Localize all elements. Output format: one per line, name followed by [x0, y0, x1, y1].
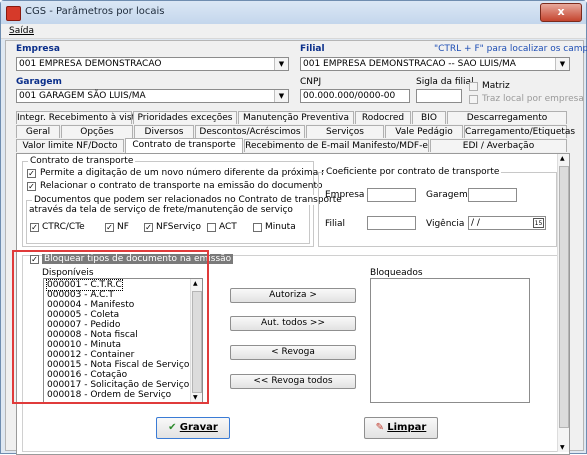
traz-local-checkbox[interactable]	[469, 95, 478, 104]
garagem-value: 001 GARAGEM SÃO LUIS/MA	[19, 91, 146, 101]
garagem-select[interactable]: 001 GARAGEM SÃO LUIS/MA ▼	[16, 89, 289, 103]
tab-opcoes[interactable]: Opções	[61, 125, 133, 138]
coeficiente-title: Coeficiente por contrato de transporte	[324, 167, 502, 177]
doc-nf-checkbox[interactable]: ✓	[105, 223, 114, 232]
autoriza-button[interactable]: Autoriza >	[230, 288, 356, 303]
tab-geral[interactable]: Geral	[16, 125, 60, 138]
sigla-label: Sigla da filial	[416, 77, 474, 87]
menu-bar: Saída	[1, 24, 586, 39]
coef-vigencia-label: Vigência	[426, 219, 465, 229]
chevron-down-icon[interactable]: ▼	[274, 58, 288, 70]
scroll-up-icon[interactable]: ▲	[560, 155, 565, 162]
tab-contrato-transporte[interactable]: Contrato de transporte	[125, 138, 243, 153]
tab-manutencao-preventiva[interactable]: Manutenção Preventiva	[238, 111, 354, 124]
chevron-down-icon[interactable]: ▼	[274, 90, 288, 102]
coef-garagem-label: Garagem	[426, 190, 468, 200]
calendar-icon[interactable]: 15	[533, 218, 544, 228]
coef-filial-field[interactable]	[367, 216, 416, 230]
doc-nfservico-label: NFServiço	[156, 222, 201, 232]
filial-label: Filial	[300, 44, 325, 54]
limpar-label: Limpar	[387, 422, 427, 433]
coeficiente-group: Coeficiente por contrato de transporte E…	[318, 167, 557, 247]
coef-empresa-label: Empresa	[325, 190, 365, 200]
contrato-group-title: Contrato de transporte	[28, 156, 136, 166]
highlight-box	[12, 250, 209, 404]
documentos-group-title: Documentos que podem ser relacionados no…	[32, 195, 344, 205]
coef-garagem-field[interactable]	[468, 188, 517, 202]
title-bar: CGS - Parâmetros por locais x	[1, 1, 586, 25]
tab-valor-limite[interactable]: Valor limite NF/Docto	[16, 139, 124, 152]
revoga-todos-button[interactable]: << Revoga todos	[230, 374, 356, 389]
tab-recebimento-email[interactable]: Recebimento de E-mail Manifesto/MDF-e	[244, 139, 429, 152]
chevron-down-icon[interactable]: ▼	[555, 58, 569, 70]
permite-digitacao-checkbox[interactable]: ✓	[27, 169, 36, 178]
tab-descarregamento[interactable]: Descarregamento	[447, 111, 567, 124]
bloqueados-label: Bloqueados	[370, 268, 423, 278]
relacionar-contrato-label: Relacionar o contrato de transporte na e…	[40, 181, 323, 191]
coef-empresa-field[interactable]	[367, 188, 416, 202]
bloqueados-list[interactable]	[370, 278, 530, 403]
cnpj-value: 00.000.000/0000-00	[303, 91, 396, 101]
close-button[interactable]: x	[540, 3, 582, 22]
aut-todos-button[interactable]: Aut. todos >>	[230, 316, 356, 331]
empresa-value: 001 EMPRESA DEMONSTRACAO	[19, 59, 162, 69]
garagem-label: Garagem	[16, 77, 62, 87]
traz-local-label: Traz local por empresa	[482, 94, 584, 104]
documentos-group-sub: através da tela de serviço de frete/manu…	[29, 205, 293, 215]
scroll-down-icon[interactable]: ▼	[560, 444, 565, 451]
empresa-select[interactable]: 001 EMPRESA DEMONSTRACAO ▼	[16, 57, 289, 71]
doc-ctrc-label: CTRC/CTe	[42, 222, 85, 232]
matriz-label: Matriz	[482, 81, 510, 91]
revoga-button[interactable]: < Revoga	[230, 345, 356, 360]
tab-servicos[interactable]: Serviços	[306, 125, 384, 138]
doc-act-label: ACT	[219, 222, 237, 232]
tab-integr-recebimento[interactable]: Integr. Recebimento à vista	[16, 111, 141, 124]
doc-ctrc-checkbox[interactable]: ✓	[30, 223, 39, 232]
tab-bio[interactable]: BIO	[412, 111, 446, 124]
relacionar-contrato-checkbox[interactable]: ✓	[27, 182, 36, 191]
doc-act-checkbox[interactable]	[207, 223, 216, 232]
scroll-thumb[interactable]	[559, 166, 569, 428]
tab-edi-averbacao[interactable]: EDI / Averbação	[430, 139, 567, 152]
doc-nf-label: NF	[117, 222, 129, 232]
vigencia-value: / /	[471, 218, 480, 228]
check-icon: ✔	[168, 422, 177, 433]
tab-prioridades[interactable]: Prioridades exceções	[133, 111, 237, 124]
coef-vigencia-field[interactable]: / / 15	[468, 216, 546, 230]
empresa-label: Empresa	[16, 44, 60, 54]
tab-rodocred[interactable]: Rodocred	[355, 111, 411, 124]
contrato-group: Contrato de transporte ✓ Permite a digit…	[22, 156, 372, 247]
app-icon	[6, 6, 21, 21]
client-area: Empresa 001 EMPRESA DEMONSTRACAO ▼ Filia…	[5, 40, 587, 455]
gravar-button[interactable]: ✔ Gravar	[156, 417, 230, 439]
tab-carregamento[interactable]: Carregamento/Etiquetas	[464, 125, 575, 138]
tab-descontos[interactable]: Descontos/Acréscimos	[195, 125, 305, 138]
filial-value: 001 EMPRESA DEMONSTRACAO -- SAO LUIS/MA	[303, 59, 516, 69]
sigla-field[interactable]	[416, 89, 462, 103]
tab-vale-pedagio[interactable]: Vale Pedágio	[385, 125, 463, 138]
documentos-group: Documentos que podem ser relacionados no…	[26, 195, 344, 244]
ctrl-f-hint: "CTRL + F" para localizar os campos	[434, 44, 587, 54]
eraser-icon: ✎	[375, 422, 385, 433]
doc-nfservico-checkbox[interactable]: ✓	[144, 223, 153, 232]
cnpj-label: CNPJ	[300, 77, 322, 87]
doc-minuta-checkbox[interactable]	[253, 223, 262, 232]
window-title: CGS - Parâmetros por locais	[25, 6, 165, 17]
limpar-button[interactable]: ✎ Limpar	[364, 417, 438, 439]
doc-minuta-label: Minuta	[265, 222, 296, 232]
panel-scrollbar[interactable]: ▲ ▼	[557, 154, 569, 452]
coef-filial-label: Filial	[325, 219, 346, 229]
filial-select[interactable]: 001 EMPRESA DEMONSTRACAO -- SAO LUIS/MA …	[300, 57, 570, 71]
cnpj-field[interactable]: 00.000.000/0000-00	[300, 89, 410, 103]
window: CGS - Parâmetros por locais x Saída Empr…	[0, 0, 587, 455]
tab-diversos[interactable]: Diversos	[134, 125, 194, 138]
gravar-label: Gravar	[179, 422, 218, 433]
menu-saida[interactable]: Saída	[9, 26, 34, 36]
matriz-checkbox[interactable]	[469, 82, 478, 91]
